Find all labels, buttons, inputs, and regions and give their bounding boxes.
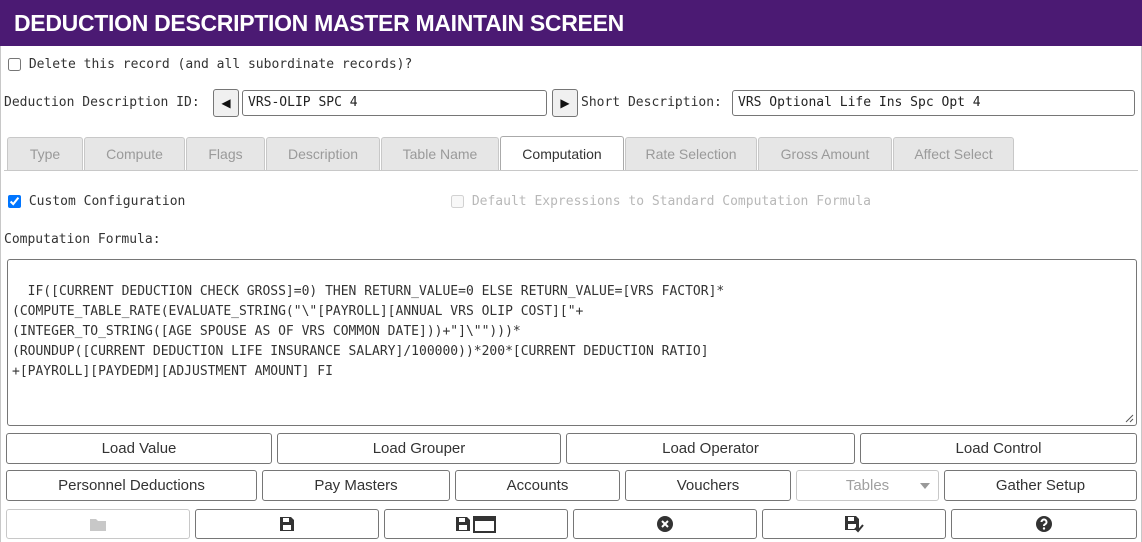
open-folder-button[interactable] (6, 509, 190, 539)
default-expr-row: Default Expressions to Standard Computat… (451, 194, 871, 209)
custom-config-row: Custom Configuration (8, 194, 185, 209)
load-control-button[interactable]: Load Control (860, 433, 1137, 464)
vouchers-button[interactable]: Vouchers (625, 470, 791, 501)
deduction-id-label: Deduction Description ID: (4, 95, 200, 110)
help-button[interactable] (951, 509, 1137, 539)
save-button[interactable] (195, 509, 379, 539)
tab-compute[interactable]: Compute (84, 137, 185, 170)
tab-type[interactable]: Type (7, 137, 83, 170)
triangle-left-icon: ◀ (221, 96, 231, 110)
save-window-icon (456, 516, 496, 533)
tab-gross-amount[interactable]: Gross Amount (758, 137, 892, 170)
tables-select-label: Tables (845, 477, 890, 494)
default-expr-label: Default Expressions to Standard Computat… (471, 194, 871, 209)
accounts-button[interactable]: Accounts (455, 470, 620, 501)
pay-masters-button[interactable]: Pay Masters (262, 470, 450, 501)
short-description-input[interactable]: VRS Optional Life Ins Spc Opt 4 (732, 90, 1135, 116)
deduction-id-input[interactable]: VRS-OLIP SPC 4 (242, 90, 547, 116)
chevron-down-icon (920, 483, 930, 489)
tab-rate-selection[interactable]: Rate Selection (625, 137, 757, 170)
load-operator-button[interactable]: Load Operator (566, 433, 855, 464)
formula-text: IF([CURRENT DEDUCTION CHECK GROSS]=0) TH… (12, 284, 725, 379)
tab-divider (4, 170, 1138, 171)
page-title: DEDUCTION DESCRIPTION MASTER MAINTAIN SC… (0, 0, 1142, 46)
formula-label: Computation Formula: (4, 232, 161, 247)
save-check-icon (845, 516, 864, 533)
close-circle-icon (657, 516, 673, 532)
resize-handle-icon[interactable] (1124, 413, 1134, 423)
save-new-window-button[interactable] (384, 509, 568, 539)
previous-record-button[interactable]: ◀ (213, 89, 239, 117)
cancel-button[interactable] (573, 509, 757, 539)
folder-icon (90, 519, 106, 531)
tab-table-name[interactable]: Table Name (381, 137, 499, 170)
default-expr-checkbox[interactable] (451, 195, 464, 208)
short-description-label: Short Description: (581, 95, 722, 110)
delete-record-checkbox[interactable] (8, 58, 21, 71)
tab-description[interactable]: Description (266, 137, 380, 170)
save-icon (280, 517, 294, 531)
tab-affect-select[interactable]: Affect Select (893, 137, 1014, 170)
delete-record-label: Delete this record (and all subordinate … (28, 57, 413, 72)
tables-select[interactable]: Tables (796, 470, 939, 501)
triangle-right-icon: ▶ (560, 96, 570, 110)
gather-setup-button[interactable]: Gather Setup (944, 470, 1137, 501)
load-grouper-button[interactable]: Load Grouper (277, 433, 561, 464)
custom-config-label: Custom Configuration (28, 194, 186, 209)
tab-flags[interactable]: Flags (186, 137, 265, 170)
load-value-button[interactable]: Load Value (6, 433, 272, 464)
delete-record-row: Delete this record (and all subordinate … (8, 57, 412, 72)
help-icon (1036, 516, 1052, 532)
tab-computation[interactable]: Computation (500, 136, 624, 171)
computation-formula-textarea[interactable]: IF([CURRENT DEDUCTION CHECK GROSS]=0) TH… (7, 259, 1137, 426)
personnel-deductions-button[interactable]: Personnel Deductions (6, 470, 257, 501)
save-and-close-button[interactable] (762, 509, 946, 539)
next-record-button[interactable]: ▶ (552, 89, 578, 117)
custom-config-checkbox[interactable] (8, 195, 21, 208)
